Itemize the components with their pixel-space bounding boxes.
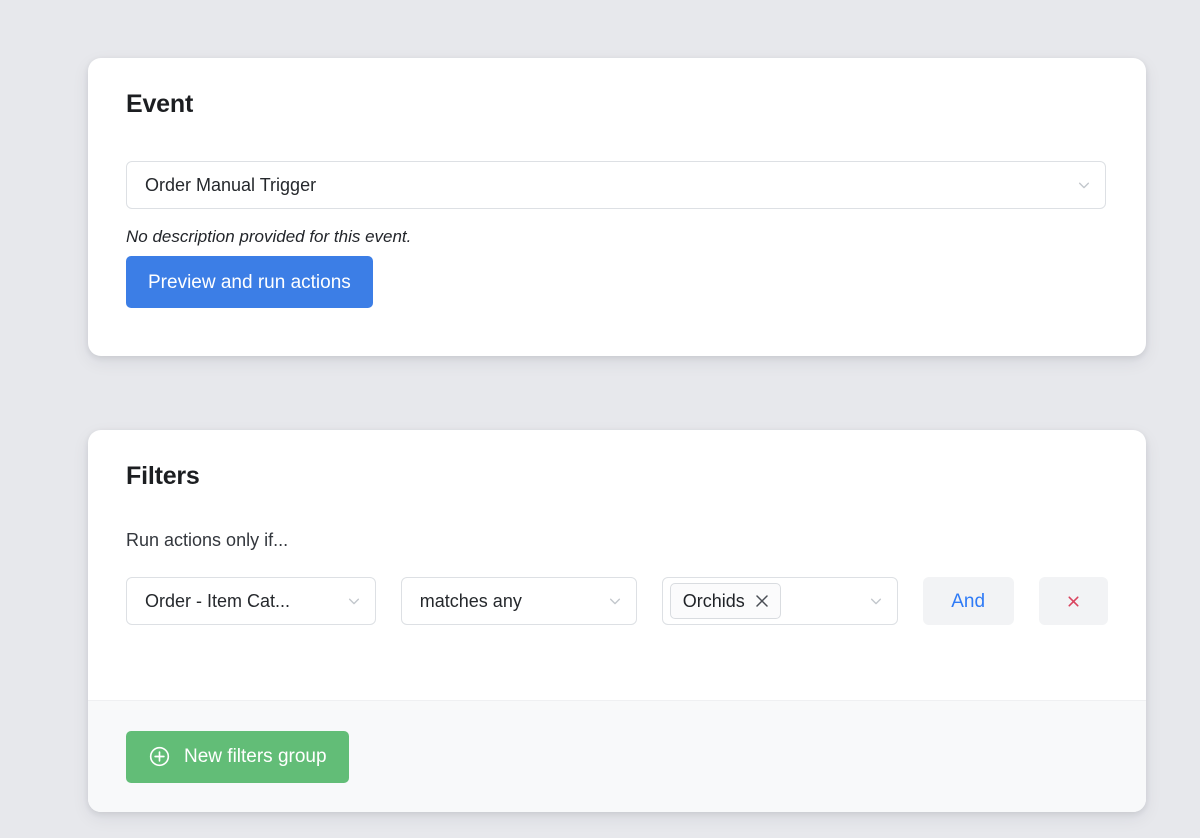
chevron-down-icon [347, 594, 361, 608]
remove-filter-row-button[interactable] [1038, 577, 1108, 625]
preview-and-run-actions-button[interactable]: Preview and run actions [126, 256, 373, 309]
filter-operator-select[interactable]: matches any [400, 577, 637, 625]
filter-value-tag-label: Orchids [682, 590, 745, 611]
run-actions-label: Run actions only if... [126, 530, 289, 550]
new-filters-group-button[interactable]: New filters group [126, 730, 349, 783]
close-icon[interactable] [754, 593, 770, 609]
filter-row: Order - Item Cat... matches any Orchids … [126, 577, 1108, 625]
event-card-title: Event [126, 90, 194, 118]
event-select[interactable]: Order Manual Trigger [126, 161, 1106, 209]
new-filters-group-label: New filters group [184, 746, 327, 767]
filter-operator-value: matches any [419, 590, 522, 611]
filter-value-multiselect[interactable]: Orchids [661, 577, 898, 625]
chevron-down-icon [608, 594, 622, 608]
filters-card: Filters Run actions only if... Order - I… [88, 430, 1146, 812]
filters-card-title: Filters [126, 462, 200, 490]
and-condition-button[interactable]: And [922, 577, 1014, 625]
chevron-down-icon [1077, 178, 1091, 192]
chevron-down-icon [869, 594, 883, 608]
page-root: Event Order Manual Trigger No descriptio… [0, 0, 1200, 838]
plus-circle-icon [148, 745, 171, 768]
filter-field-value: Order - Item Cat... [145, 590, 291, 611]
filters-card-body: Filters Run actions only if... Order - I… [88, 430, 1146, 625]
filter-field-select[interactable]: Order - Item Cat... [126, 577, 376, 625]
event-card: Event Order Manual Trigger No descriptio… [88, 58, 1146, 356]
close-icon [1066, 594, 1081, 609]
filters-card-footer: New filters group [88, 700, 1146, 812]
event-card-body: Event Order Manual Trigger No descriptio… [88, 58, 1146, 309]
event-select-value: Order Manual Trigger [145, 174, 317, 195]
event-description: No description provided for this event. [126, 227, 412, 246]
filter-value-tag: Orchids [669, 583, 781, 619]
